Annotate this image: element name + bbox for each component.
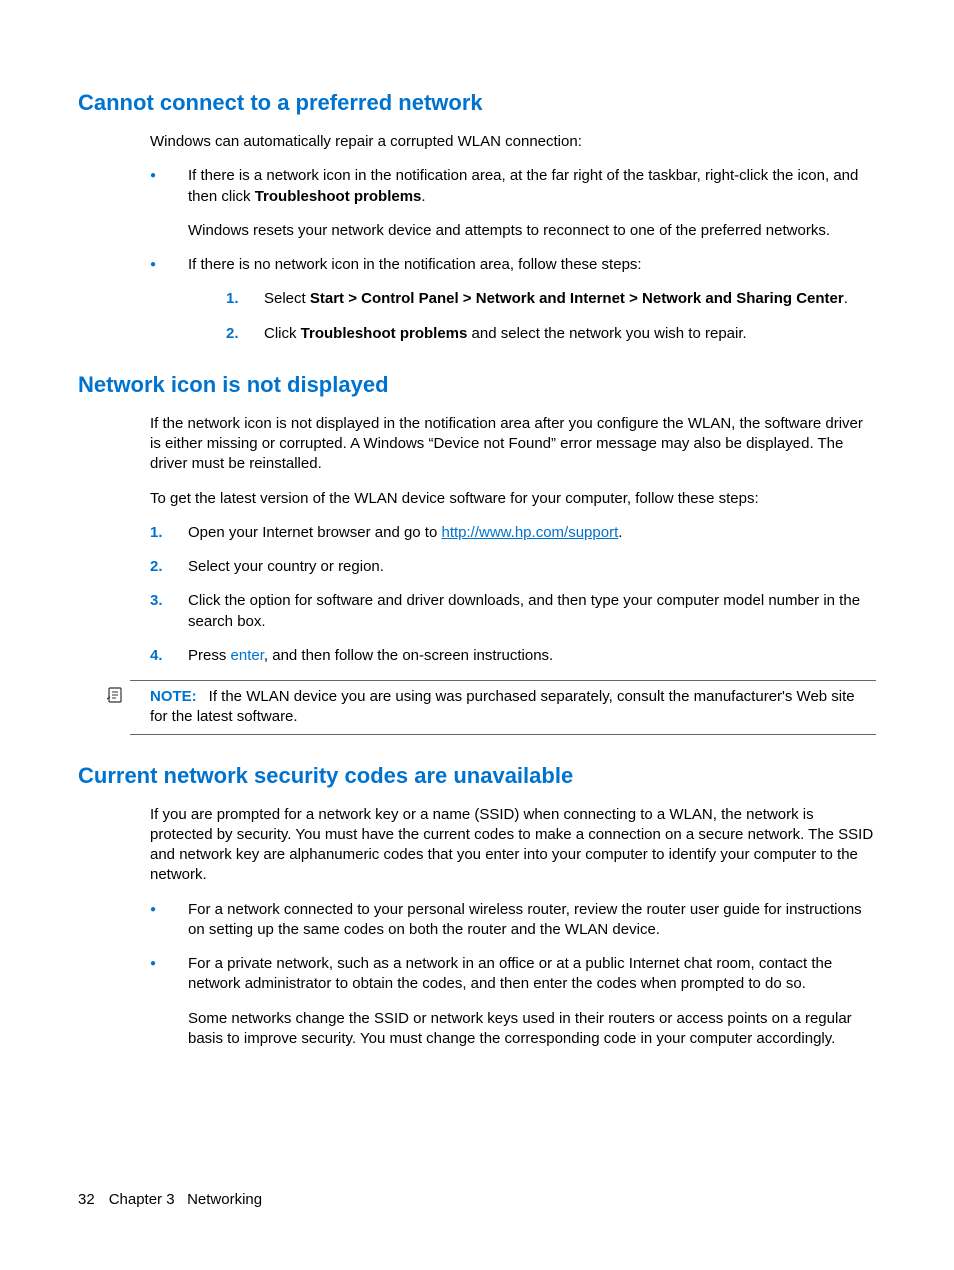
page-number: 32 (78, 1191, 95, 1208)
list-item: For a network connected to your personal… (150, 900, 876, 941)
list-item: Select your country or region. (150, 557, 876, 577)
section2-ordered-list: Open your Internet browser and go to htt… (150, 523, 876, 666)
chapter-label: Chapter 3 Networking (109, 1191, 262, 1208)
support-link[interactable]: http://www.hp.com/support (441, 524, 618, 541)
list-item: Press enter, and then follow the on-scre… (150, 646, 876, 666)
section2-p1: If the network icon is not displayed in … (150, 414, 876, 475)
note-box: NOTE:If the WLAN device you are using wa… (130, 680, 876, 735)
sub-paragraph: Some networks change the SSID or network… (188, 1009, 876, 1050)
section3-p1: If you are prompted for a network key or… (150, 805, 876, 886)
text-fragment: . (421, 188, 425, 205)
section2-p2: To get the latest version of the WLAN de… (150, 489, 876, 509)
text-fragment: Click (264, 325, 301, 342)
bold-text: Troubleshoot problems (301, 325, 468, 342)
note-icon (106, 687, 124, 703)
note-text: If the WLAN device you are using was pur… (150, 688, 855, 725)
list-item: If there is no network icon in the notif… (150, 255, 876, 344)
page-footer: 32 Chapter 3 Networking (78, 1191, 262, 1208)
nested-ordered-list: Select Start > Control Panel > Network a… (226, 289, 876, 344)
text-fragment: Press (188, 647, 231, 664)
keycap-enter: enter (231, 647, 264, 664)
section3-bullet-list: For a network connected to your personal… (150, 900, 876, 1050)
document-page: Cannot connect to a preferred network Wi… (0, 0, 954, 1049)
text-fragment: , and then follow the on-screen instruct… (264, 647, 553, 664)
section1-bullet-list: If there is a network icon in the notifi… (150, 166, 876, 344)
heading-security-codes: Current network security codes are unava… (78, 763, 876, 789)
text-fragment: Select (264, 290, 310, 307)
list-item: Click the option for software and driver… (150, 591, 876, 632)
bold-text: Start > Control Panel > Network and Inte… (310, 290, 844, 307)
heading-network-icon: Network icon is not displayed (78, 372, 876, 398)
list-item: Click Troubleshoot problems and select t… (226, 324, 876, 344)
heading-cannot-connect: Cannot connect to a preferred network (78, 90, 876, 116)
text-fragment: . (844, 290, 848, 307)
sub-paragraph: Windows resets your network device and a… (188, 221, 876, 241)
list-item: If there is a network icon in the notifi… (150, 166, 876, 241)
bold-text: Troubleshoot problems (255, 188, 422, 205)
note-content: NOTE:If the WLAN device you are using wa… (130, 687, 876, 728)
text-fragment: If there is no network icon in the notif… (188, 256, 642, 273)
list-item: Select Start > Control Panel > Network a… (226, 289, 876, 309)
list-item: For a private network, such as a network… (150, 954, 876, 1049)
text-fragment: . (618, 524, 622, 541)
text-fragment: and select the network you wish to repai… (467, 325, 746, 342)
note-label: NOTE: (150, 688, 197, 705)
text-fragment: For a private network, such as a network… (188, 955, 832, 992)
text-fragment: Open your Internet browser and go to (188, 524, 441, 541)
section1-intro: Windows can automatically repair a corru… (150, 132, 876, 152)
list-item: Open your Internet browser and go to htt… (150, 523, 876, 543)
